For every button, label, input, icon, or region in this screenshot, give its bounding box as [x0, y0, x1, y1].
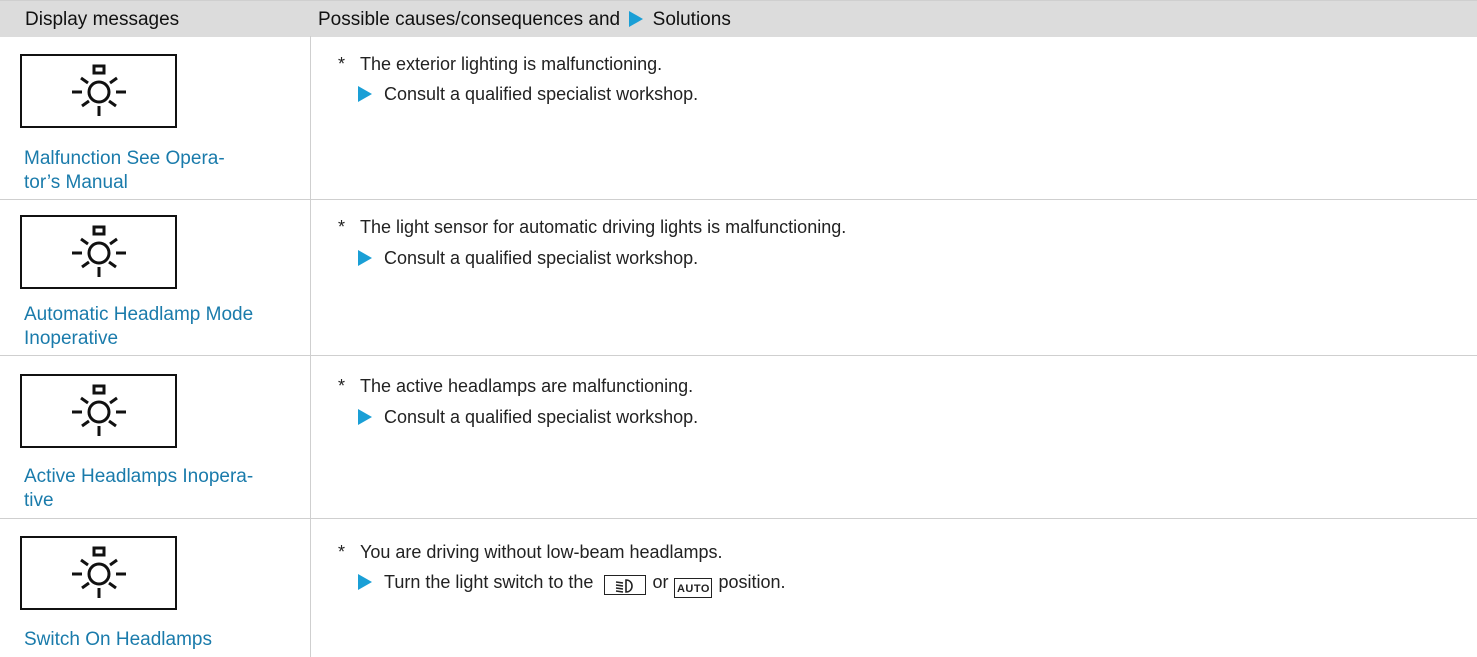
header-solutions-text: Solutions — [652, 9, 731, 30]
exterior-light-bulb-icon — [71, 546, 126, 598]
display-icon-box — [20, 215, 177, 289]
low-beam-headlamp-icon — [604, 575, 647, 595]
message-label-line: Malfunction See Opera- — [24, 148, 225, 169]
display-icon-box — [20, 536, 177, 610]
table-row: Active Headlamps Inopera- tive * The acti… — [0, 356, 1477, 519]
message-label-line: Inoperative — [24, 328, 119, 349]
header-causes-text: Possible causes/consequences and — [318, 9, 621, 30]
message-label-line: tor’s Manual — [24, 172, 128, 193]
display-messages-table: Display messages Possible causes/consequ… — [0, 0, 1477, 657]
solution-text: Consult a qualified specialist workshop. — [358, 407, 698, 428]
cause-label: The light sensor for automatic driving l… — [360, 217, 847, 237]
asterisk-marker: * — [338, 217, 346, 237]
solution-arrow-icon — [629, 11, 644, 27]
cause-text: * The active headlamps are malfunctioning… — [338, 376, 693, 397]
message-label: Switch On Headlamps — [24, 628, 284, 652]
message-label-line: tive — [24, 490, 54, 511]
table-row: Automatic Headlamp Mode Inoperative * The… — [0, 200, 1477, 356]
auto-position-key: AUTO — [674, 578, 713, 598]
cause-text: * The exterior lighting is malfunctioning… — [338, 54, 662, 75]
asterisk-marker: * — [338, 542, 346, 562]
solution-label: Consult a qualified specialist workshop. — [384, 407, 699, 427]
display-icon-box — [20, 54, 177, 128]
solution-or-text: or — [652, 572, 669, 592]
message-label-line: Active Headlamps Inopera- — [24, 466, 254, 487]
solution-arrow-icon — [358, 86, 372, 102]
display-icon-box — [20, 374, 177, 448]
cause-label: The exterior lighting is malfunctioning. — [360, 54, 663, 74]
header-causes-solutions: Possible causes/consequences and Solutio… — [318, 9, 731, 31]
message-label-line: Automatic Headlamp Mode — [24, 304, 254, 325]
solution-arrow-icon — [358, 250, 372, 266]
table-header: Display messages Possible causes/consequ… — [0, 0, 1477, 37]
solution-label: Consult a qualified specialist workshop. — [384, 248, 699, 268]
solution-text: Consult a qualified specialist workshop. — [358, 248, 698, 269]
solution-text: Consult a qualified specialist workshop. — [358, 84, 698, 105]
exterior-light-bulb-icon — [71, 384, 126, 436]
message-label: Malfunction See Opera- tor’s Manual — [24, 147, 284, 195]
cause-text: * The light sensor for automatic driving … — [338, 217, 846, 238]
cause-text: * You are driving without low-beam headla… — [338, 542, 723, 563]
solution-label: Turn the light switch to the — [384, 572, 594, 592]
message-label: Automatic Headlamp Mode Inoperative — [24, 303, 284, 351]
message-label: Active Headlamps Inopera- tive — [24, 465, 284, 513]
asterisk-marker: * — [338, 54, 346, 74]
solution-arrow-icon — [358, 409, 372, 425]
header-display-messages: Display messages — [25, 9, 180, 30]
solution-label: Consult a qualified specialist workshop. — [384, 84, 699, 104]
solution-suffix-text: position. — [718, 572, 786, 592]
message-label-line: Switch On Headlamps — [24, 629, 212, 650]
table-row: Malfunction See Opera- tor’s Manual * The… — [0, 37, 1477, 200]
solution-text: Turn the light switch to the or AUTO posit… — [358, 572, 786, 598]
table-row: Switch On Headlamps * You are driving wit… — [0, 519, 1477, 657]
cause-label: The active headlamps are malfunctioning. — [360, 376, 694, 396]
exterior-light-bulb-icon — [71, 64, 126, 116]
solution-arrow-icon — [358, 574, 372, 590]
exterior-light-bulb-icon — [71, 225, 126, 277]
cause-label: You are driving without low-beam headlam… — [360, 542, 723, 562]
asterisk-marker: * — [338, 376, 346, 396]
